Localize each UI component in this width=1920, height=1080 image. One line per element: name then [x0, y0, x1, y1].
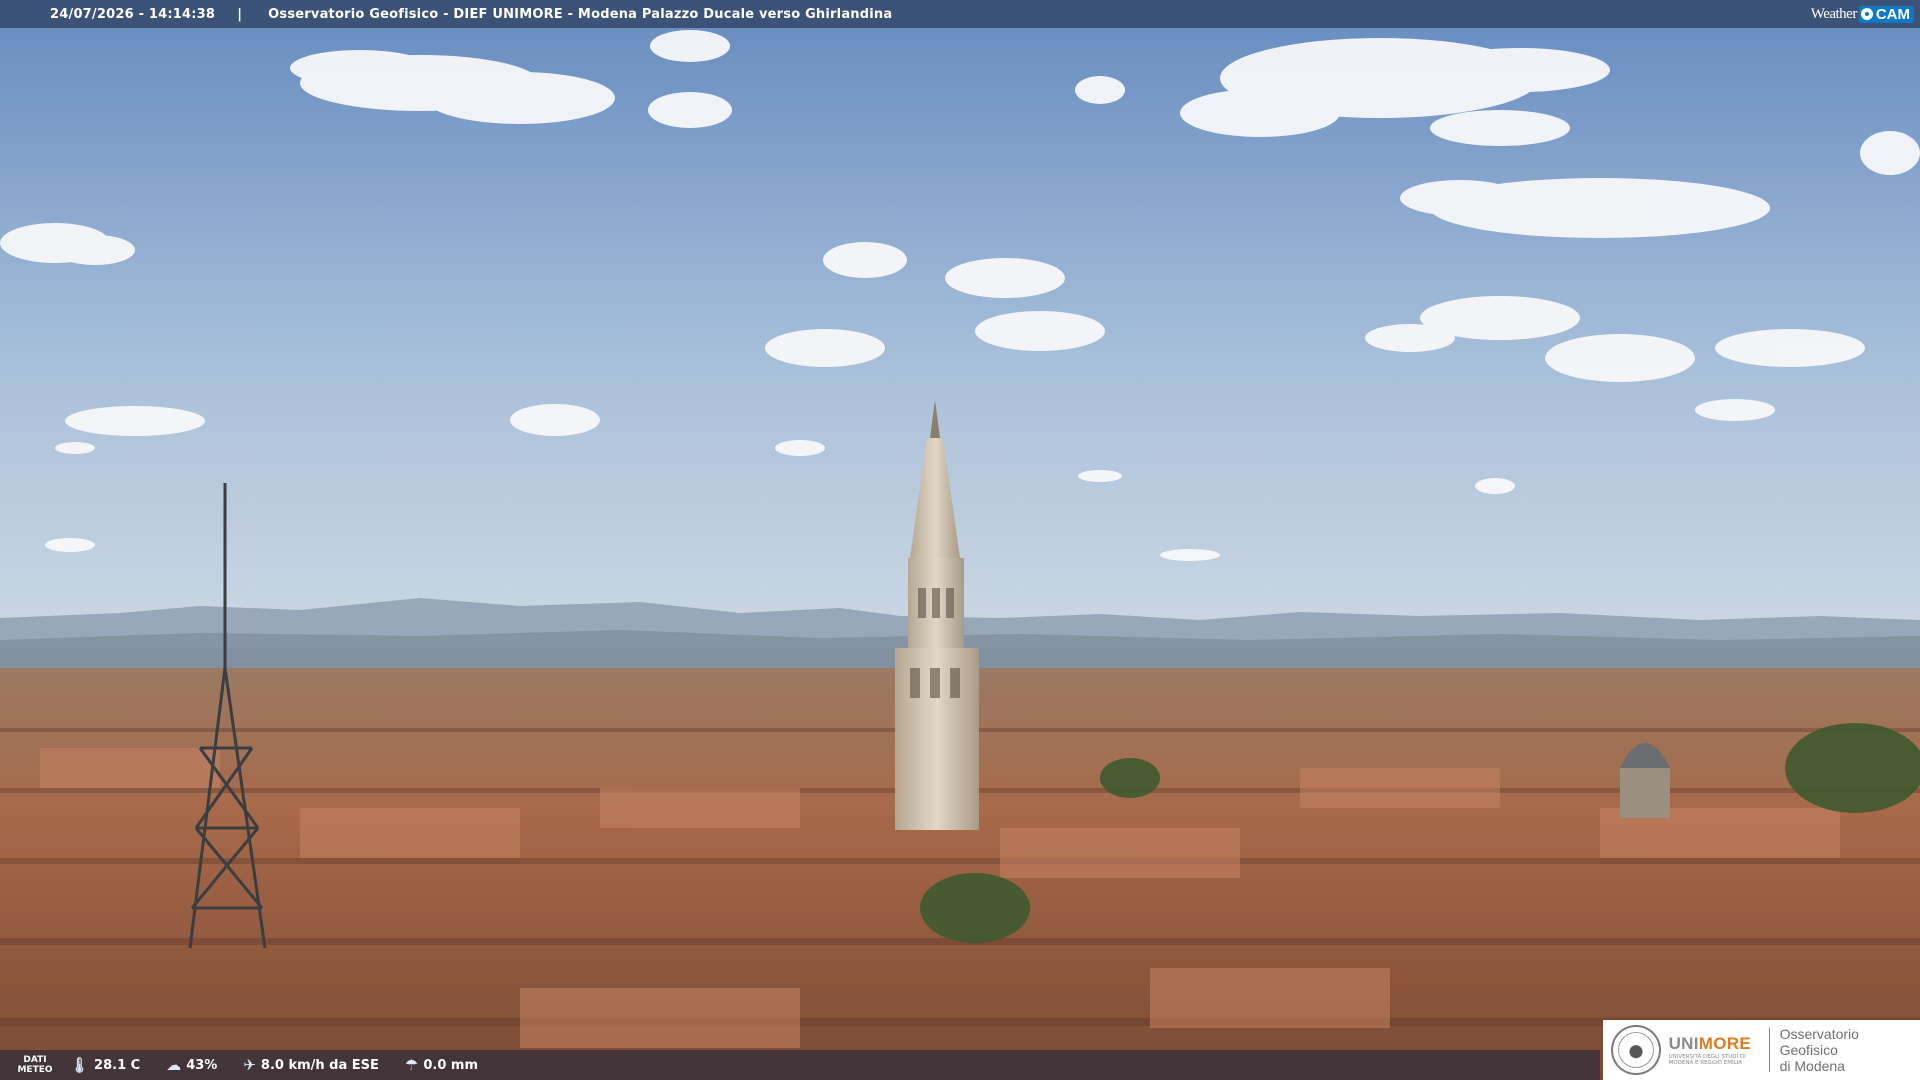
separator: | [237, 6, 243, 22]
weather-data-label: DATI METEO [17, 1055, 53, 1075]
weathercam-logo: Weather CAM [1811, 3, 1914, 25]
university-seal-icon [1611, 1025, 1661, 1075]
camera-caption: Osservatorio Geofisico - DIEF UNIMORE - … [268, 6, 893, 22]
brand-cam: CAM [1875, 5, 1910, 23]
rain-reading: ☂ 0.0 mm [404, 1056, 479, 1074]
brand-weather: Weather [1810, 5, 1858, 22]
weather-data-bar: DATI METEO 🌡 28.1 C ☁ 43% ✈ 8.0 km/h da … [0, 1050, 1600, 1080]
camera-lens-icon [1860, 8, 1873, 20]
observatory-name: Osservatorio Geofisico di Modena [1779, 1026, 1859, 1074]
brand-cam-box: CAM [1858, 5, 1914, 23]
temperature-reading: 🌡 28.1 C [70, 1056, 141, 1074]
wind-reading: ✈ 8.0 km/h da ESE [243, 1056, 379, 1074]
unimore-wordmark: UNIMORE UNIVERSITÀ DEGLI STUDI DI MODENA… [1668, 1034, 1751, 1066]
wind-icon: ✈ [243, 1056, 256, 1074]
logo-divider [1768, 1028, 1770, 1072]
timestamp: 24/07/2026 - 14:14:38 [50, 6, 216, 22]
rain-icon: ☂ [404, 1056, 419, 1074]
caption-bar: 24/07/2026 - 14:14:38 | Osservatorio Geo… [0, 0, 1920, 28]
humidity-icon: ☁ [166, 1056, 182, 1074]
unimore-logo: UNIMORE UNIVERSITÀ DEGLI STUDI DI MODENA… [1603, 1020, 1920, 1080]
thermometer-icon: 🌡 [70, 1056, 90, 1074]
webcam-scene [0, 28, 1920, 1080]
humidity-reading: ☁ 43% [166, 1056, 218, 1074]
